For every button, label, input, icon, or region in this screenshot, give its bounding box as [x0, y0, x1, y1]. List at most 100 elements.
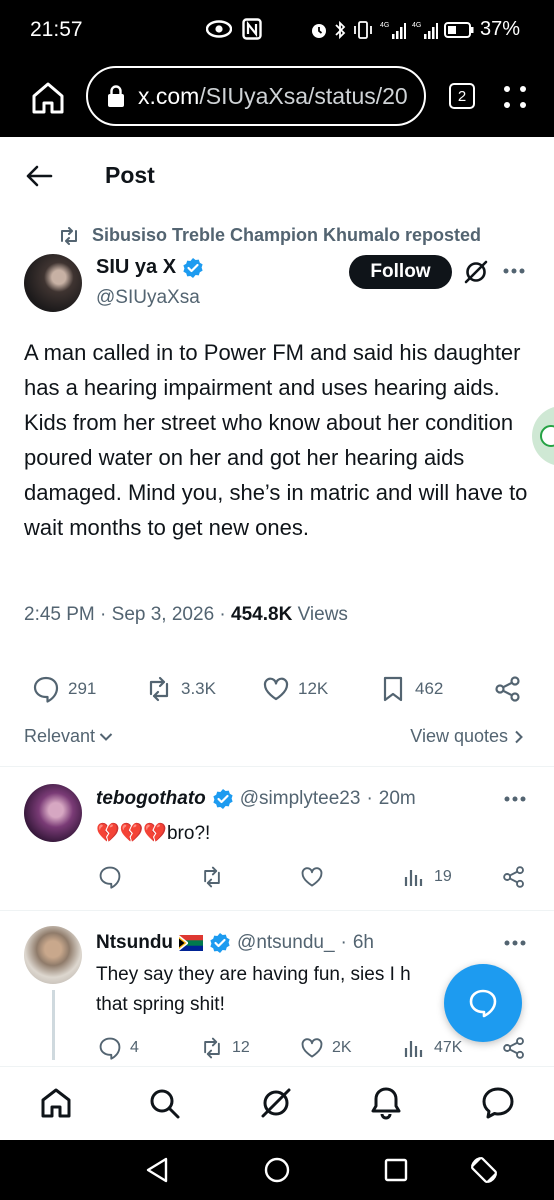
vibrate-icon: [354, 20, 372, 39]
views-count: 19: [434, 868, 452, 885]
reply-button[interactable]: 4: [98, 1036, 139, 1060]
like-button[interactable]: 2K: [300, 1036, 352, 1060]
system-back-icon[interactable]: [142, 1154, 174, 1186]
broken-heart-emoji: 💔💔💔: [96, 822, 167, 844]
url-text: x.com/SIUyaXsa/status/20: [138, 83, 408, 110]
reply-author-handle[interactable]: @ntsundu_: [237, 932, 334, 954]
repost-count: 3.3K: [181, 679, 216, 698]
author-avatar[interactable]: [24, 254, 82, 312]
reply-button[interactable]: 291: [32, 675, 96, 703]
reply-header: Ntsundu @ntsundu_ · 6h: [96, 932, 374, 954]
reply-time[interactable]: 20m: [379, 788, 416, 810]
system-navigation-bar: [0, 1140, 554, 1200]
repost-button[interactable]: 3.3K: [145, 675, 216, 703]
south-africa-flag-icon: [179, 935, 204, 951]
reply-button[interactable]: [98, 865, 122, 889]
author-name-text: SIU ya X: [96, 256, 177, 278]
status-notification-icons: [206, 18, 262, 40]
post-action-bar: 291 3.3K 12K 462: [0, 675, 554, 711]
browser-home-icon[interactable]: [28, 78, 68, 118]
bookmark-button[interactable]: 462: [379, 675, 443, 703]
like-button[interactable]: 12K: [262, 675, 328, 703]
more-options-icon[interactable]: [503, 268, 525, 274]
heart-icon: [301, 867, 323, 887]
page-header: Post: [0, 137, 554, 217]
bottom-navigation: [0, 1066, 554, 1140]
views-count: 47K: [434, 1039, 463, 1056]
grok-icon[interactable]: [463, 259, 489, 285]
page-title: Post: [105, 162, 155, 188]
heart-icon: [263, 677, 289, 701]
compose-reply-button[interactable]: [444, 964, 522, 1042]
notifications-bell-icon[interactable]: [368, 1085, 404, 1121]
address-bar[interactable]: x.com/SIUyaXsa/status/20: [86, 66, 426, 126]
reply-text-line: that spring shit!: [96, 994, 225, 1015]
signal-4g-2-icon: 4G: [412, 22, 438, 39]
grok-icon[interactable]: [258, 1085, 294, 1121]
like-button[interactable]: [300, 865, 324, 889]
reply-avatar[interactable]: [24, 784, 82, 842]
post-date[interactable]: Sep 3, 2026: [112, 604, 214, 625]
repost-button[interactable]: [200, 865, 224, 889]
sort-replies-dropdown[interactable]: Relevant: [24, 726, 113, 747]
rotate-screen-icon[interactable]: [468, 1154, 500, 1186]
thread-connector: [52, 990, 55, 1060]
repost-attribution-text: Sibusiso Treble Champion Khumalo reposte…: [92, 225, 482, 245]
like-count: 12K: [298, 679, 329, 698]
follow-button[interactable]: Follow: [349, 255, 452, 289]
share-icon: [495, 676, 520, 702]
reply-text-line: They say they are having fun, sies I h: [96, 964, 411, 985]
svg-text:4G: 4G: [412, 22, 421, 29]
share-icon: [503, 866, 524, 888]
system-recents-icon[interactable]: [380, 1154, 412, 1186]
search-icon[interactable]: [146, 1085, 182, 1121]
system-home-icon[interactable]: [261, 1154, 293, 1186]
reply-avatar[interactable]: [24, 926, 82, 984]
reply-action-bar: 19: [0, 865, 554, 895]
home-icon[interactable]: [38, 1085, 74, 1121]
view-quotes-link[interactable]: View quotes: [410, 726, 524, 747]
separator-dot: ·: [366, 788, 373, 809]
reply-author-handle[interactable]: @simplytee23: [240, 788, 361, 810]
analytics-icon: [404, 1041, 423, 1057]
browser-menu-icon[interactable]: [500, 80, 530, 114]
views-button[interactable]: 47K: [402, 1036, 462, 1060]
lock-icon: [108, 85, 124, 107]
repost-button[interactable]: 12: [200, 1036, 250, 1060]
chevron-down-icon: [99, 732, 113, 741]
svg-text:4G: 4G: [380, 22, 389, 29]
messages-icon[interactable]: [480, 1085, 516, 1121]
browser-toolbar: x.com/SIUyaXsa/status/20 2: [0, 62, 554, 137]
more-options-icon[interactable]: [504, 796, 526, 802]
share-button[interactable]: [502, 865, 526, 889]
signal-4g-1-icon: 4G: [380, 22, 406, 39]
reply-author-name[interactable]: tebogothato: [96, 788, 206, 810]
bookmark-icon: [383, 676, 403, 702]
share-button[interactable]: [502, 1036, 526, 1060]
divider: [0, 766, 554, 767]
repost-attribution[interactable]: Sibusiso Treble Champion Khumalo reposte…: [58, 225, 481, 246]
url-host: x.com: [138, 82, 200, 109]
chat-plus-icon: [469, 989, 497, 1018]
tab-switcher-button[interactable]: 2: [449, 83, 475, 109]
repost-icon: [204, 1037, 220, 1059]
post-time[interactable]: 2:45 PM: [24, 604, 95, 625]
author-handle[interactable]: @SIUyaXsa: [96, 287, 200, 309]
reply-icon: [99, 1037, 121, 1060]
view-quotes-label: View quotes: [410, 726, 508, 746]
repost-count: 12: [232, 1039, 250, 1056]
views-button[interactable]: 19: [402, 865, 452, 889]
separator-dot: ·: [340, 932, 347, 953]
repost-icon: [149, 676, 169, 702]
back-arrow-icon[interactable]: [24, 161, 54, 191]
share-button[interactable]: [494, 675, 522, 703]
reply-time[interactable]: 6h: [353, 932, 374, 954]
verified-badge-icon: [210, 933, 230, 953]
more-options-icon[interactable]: [504, 940, 526, 946]
reply-icon: [99, 866, 121, 889]
reply-author-name[interactable]: Ntsundu: [96, 932, 173, 954]
author-name[interactable]: SIU ya X: [96, 256, 204, 279]
floating-chat-bubble[interactable]: [532, 406, 554, 466]
post-metadata: 2:45 PM · Sep 3, 2026 · 454.8K Views: [24, 604, 348, 625]
reply-count: 291: [68, 679, 97, 698]
